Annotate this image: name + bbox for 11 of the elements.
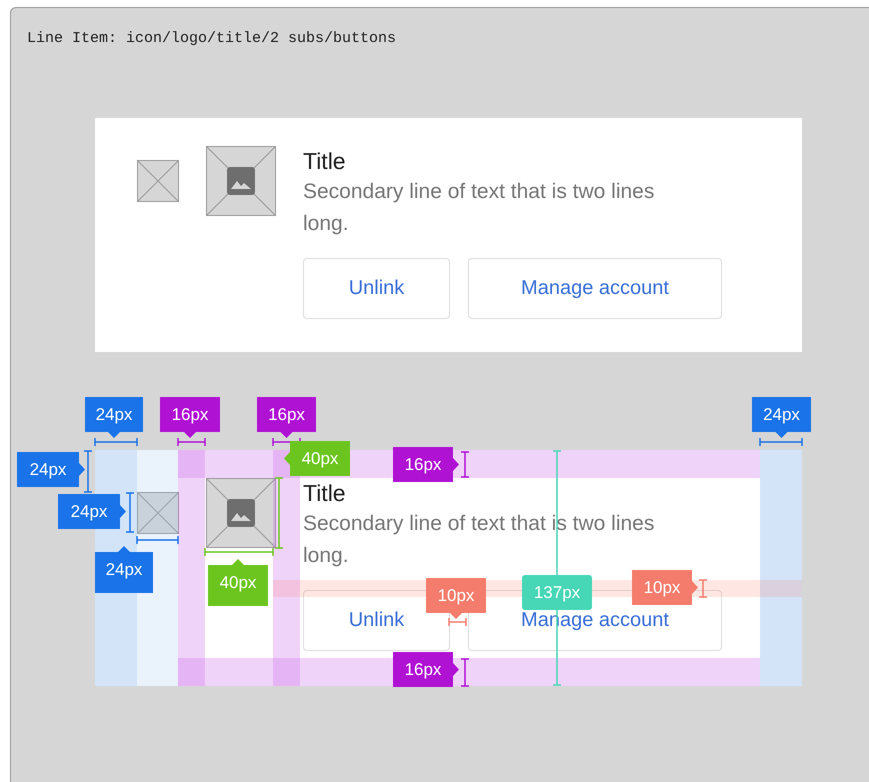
measurement-label: 16px [393,447,459,482]
measurement-label: 24px [58,494,126,529]
item-title: Title [303,147,347,176]
measurement-label: 16px [393,652,459,687]
item-title: Title [303,479,347,508]
measurement-label: 24px [17,452,85,487]
item-secondary-text: Secondary line of text that is two lines long. [303,179,656,237]
measurement-label: 40px [284,441,350,476]
measurement-label: 10px [632,570,698,605]
frame-label: Line Item: icon/logo/title/2 subs/buttons [27,29,398,49]
measurement-label: 137px [522,575,592,610]
